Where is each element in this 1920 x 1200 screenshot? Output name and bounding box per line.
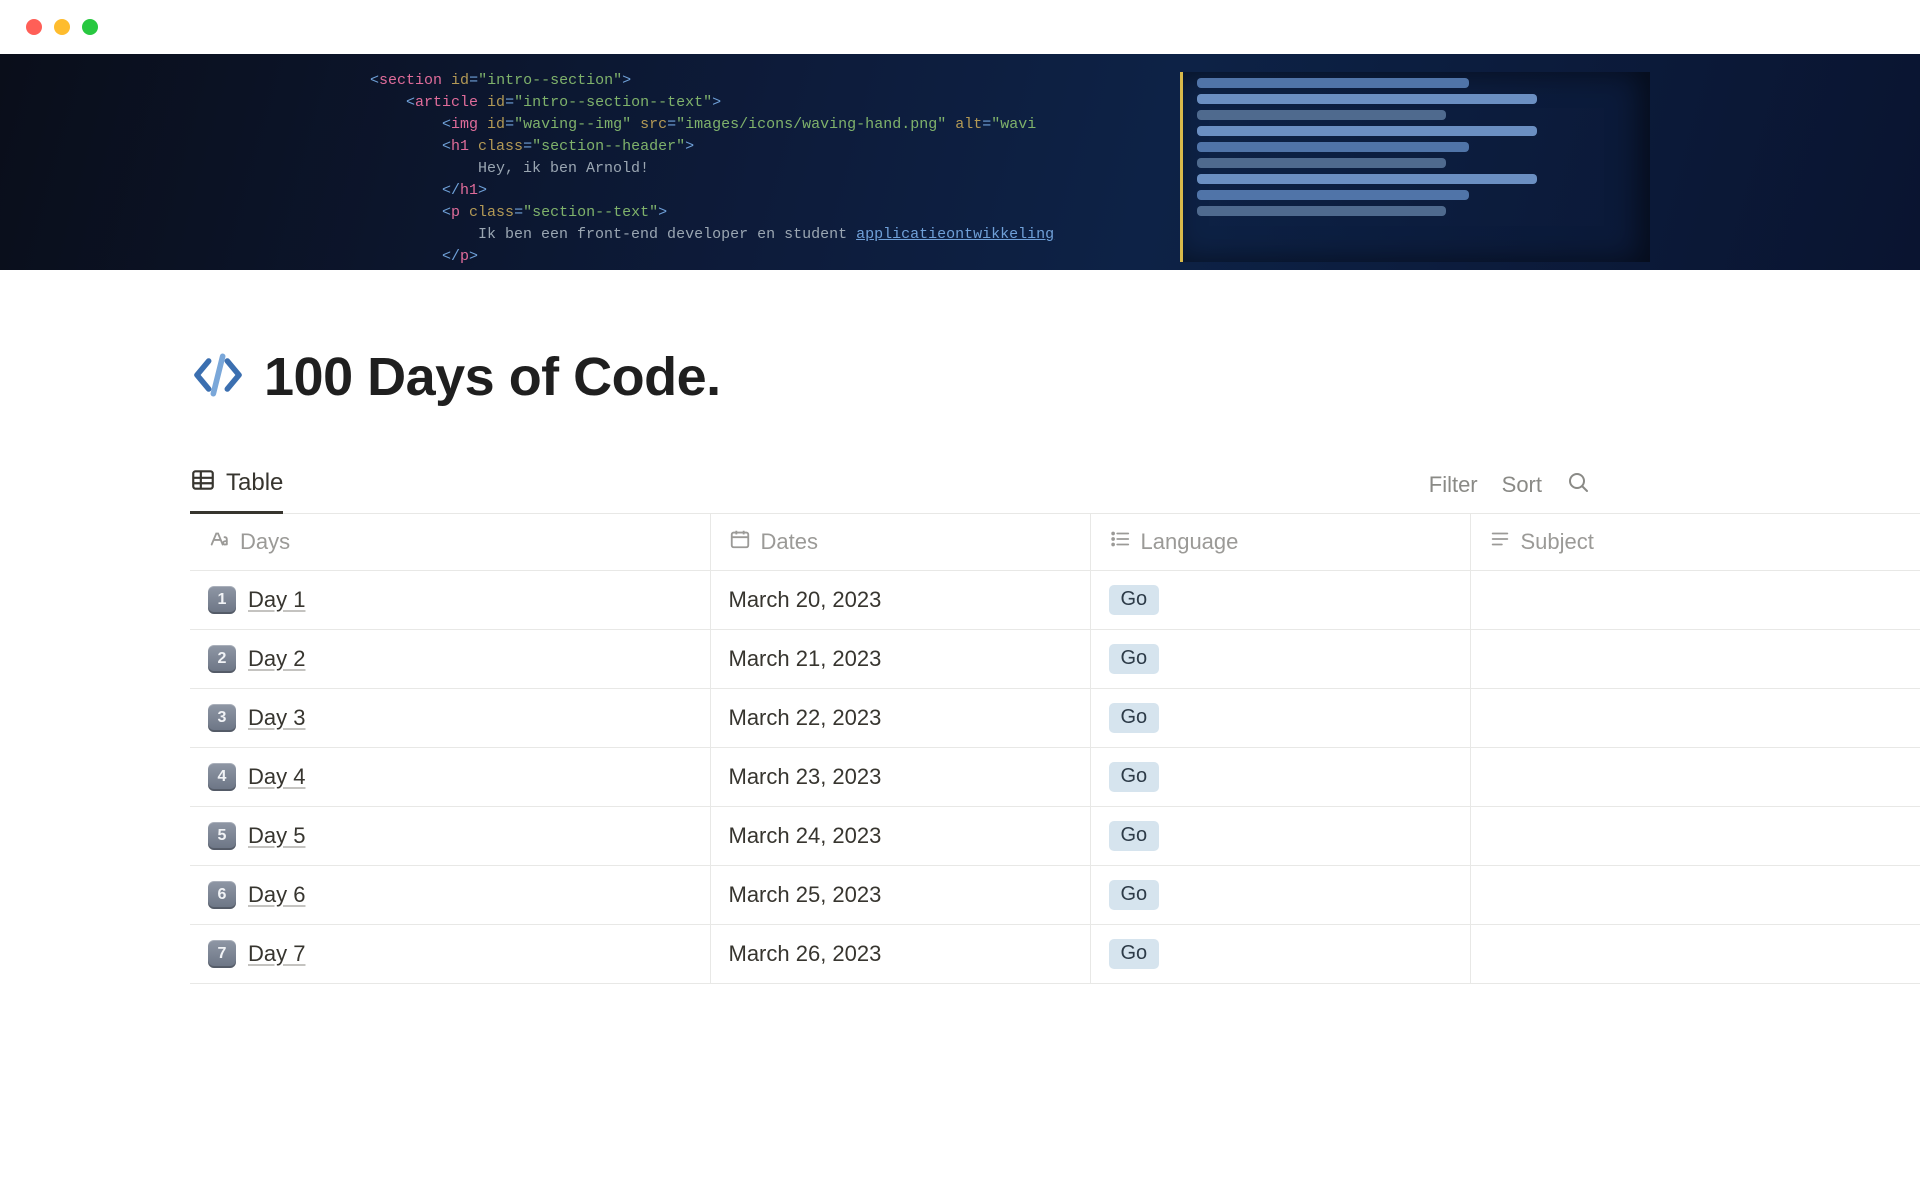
cell-language[interactable]: Go	[1090, 866, 1470, 925]
language-tag: Go	[1109, 939, 1160, 969]
cell-subject[interactable]	[1470, 866, 1920, 925]
window-titlebar	[0, 0, 1920, 54]
row-title-label: Day 7	[248, 941, 305, 967]
cell-date[interactable]: March 22, 2023	[710, 689, 1090, 748]
page-header: 100 Days of Code.	[190, 346, 1920, 408]
table-row[interactable]: 3 Day 3 March 22, 2023 Go	[190, 689, 1920, 748]
column-language[interactable]: Language	[1090, 514, 1470, 571]
row-title-label: Day 5	[248, 823, 305, 849]
sort-button[interactable]: Sort	[1502, 472, 1542, 498]
cell-language[interactable]: Go	[1090, 630, 1470, 689]
cell-date[interactable]: March 23, 2023	[710, 748, 1090, 807]
cell-language[interactable]: Go	[1090, 925, 1470, 984]
cell-date[interactable]: March 21, 2023	[710, 630, 1090, 689]
language-tag: Go	[1109, 880, 1160, 910]
title-property-icon	[208, 528, 230, 556]
cell-subject[interactable]	[1470, 925, 1920, 984]
page-title[interactable]: 100 Days of Code.	[264, 346, 721, 408]
cell-subject[interactable]	[1470, 689, 1920, 748]
cell-title[interactable]: 3 Day 3	[190, 689, 710, 748]
language-tag: Go	[1109, 762, 1160, 792]
language-tag: Go	[1109, 644, 1160, 674]
column-dates-label: Dates	[761, 529, 818, 555]
window-zoom-button[interactable]	[82, 19, 98, 35]
column-dates[interactable]: Dates	[710, 514, 1090, 571]
view-actions: Filter Sort	[1429, 470, 1590, 500]
code-icon[interactable]	[190, 347, 246, 408]
table-row[interactable]: 2 Day 2 March 21, 2023 Go	[190, 630, 1920, 689]
keycap-icon: 5	[208, 822, 236, 850]
multiselect-icon	[1109, 528, 1131, 556]
row-title-label: Day 4	[248, 764, 305, 790]
table-icon	[190, 467, 216, 500]
cell-title[interactable]: 4 Day 4	[190, 748, 710, 807]
tab-table-label: Table	[226, 469, 283, 497]
row-title-label: Day 1	[248, 587, 305, 613]
cell-subject[interactable]	[1470, 630, 1920, 689]
table-row[interactable]: 1 Day 1 March 20, 2023 Go	[190, 571, 1920, 630]
view-bar: Table Filter Sort	[190, 462, 1920, 514]
keycap-icon: 2	[208, 645, 236, 673]
filter-button[interactable]: Filter	[1429, 472, 1478, 498]
cell-language[interactable]: Go	[1090, 807, 1470, 866]
column-subject-label: Subject	[1521, 529, 1594, 555]
column-days-label: Days	[240, 529, 290, 555]
cell-language[interactable]: Go	[1090, 689, 1470, 748]
cell-date[interactable]: March 25, 2023	[710, 866, 1090, 925]
keycap-icon: 4	[208, 763, 236, 791]
row-title-label: Day 6	[248, 882, 305, 908]
search-button[interactable]	[1566, 470, 1590, 500]
cell-subject[interactable]	[1470, 748, 1920, 807]
cell-subject[interactable]	[1470, 807, 1920, 866]
cover-code-minimap	[1180, 72, 1650, 262]
cell-title[interactable]: 7 Day 7	[190, 925, 710, 984]
cell-title[interactable]: 1 Day 1	[190, 571, 710, 630]
calendar-icon	[729, 528, 751, 556]
language-tag: Go	[1109, 703, 1160, 733]
table-row[interactable]: 4 Day 4 March 23, 2023 Go	[190, 748, 1920, 807]
cell-subject[interactable]	[1470, 571, 1920, 630]
row-title-label: Day 3	[248, 705, 305, 731]
keycap-icon: 6	[208, 881, 236, 909]
cell-title[interactable]: 2 Day 2	[190, 630, 710, 689]
table-header-row: Days Dates Lan	[190, 514, 1920, 571]
column-language-label: Language	[1141, 529, 1239, 555]
page-cover[interactable]: <section id="intro--section"> <article i…	[0, 54, 1920, 270]
window-close-button[interactable]	[26, 19, 42, 35]
cell-language[interactable]: Go	[1090, 571, 1470, 630]
cell-date[interactable]: March 24, 2023	[710, 807, 1090, 866]
database-table: Days Dates Lan	[190, 514, 1920, 984]
language-tag: Go	[1109, 585, 1160, 615]
table-row[interactable]: 7 Day 7 March 26, 2023 Go	[190, 925, 1920, 984]
cover-code-snippet: <section id="intro--section"> <article i…	[370, 70, 1130, 268]
row-title-label: Day 2	[248, 646, 305, 672]
keycap-icon: 3	[208, 704, 236, 732]
cell-title[interactable]: 6 Day 6	[190, 866, 710, 925]
column-days[interactable]: Days	[190, 514, 710, 571]
cell-language[interactable]: Go	[1090, 748, 1470, 807]
keycap-icon: 1	[208, 586, 236, 614]
column-subject[interactable]: Subject	[1470, 514, 1920, 571]
language-tag: Go	[1109, 821, 1160, 851]
keycap-icon: 7	[208, 940, 236, 968]
table-row[interactable]: 6 Day 6 March 25, 2023 Go	[190, 866, 1920, 925]
text-property-icon	[1489, 528, 1511, 556]
cell-title[interactable]: 5 Day 5	[190, 807, 710, 866]
cell-date[interactable]: March 26, 2023	[710, 925, 1090, 984]
window-minimize-button[interactable]	[54, 19, 70, 35]
tab-table[interactable]: Table	[190, 462, 283, 514]
table-row[interactable]: 5 Day 5 March 24, 2023 Go	[190, 807, 1920, 866]
cell-date[interactable]: March 20, 2023	[710, 571, 1090, 630]
